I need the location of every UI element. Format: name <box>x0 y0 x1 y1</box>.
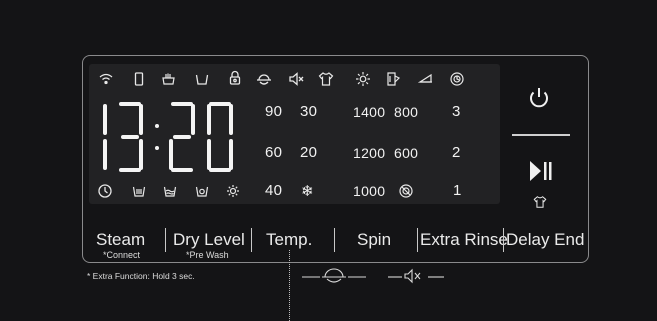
steam-button[interactable]: Steam <box>96 230 145 250</box>
temp-60: 60 <box>265 144 283 161</box>
play-pause-icon <box>530 161 552 181</box>
temp-30: 30 <box>300 103 318 120</box>
steam-sublabel: *Connect <box>103 250 141 260</box>
button-divider <box>251 228 252 252</box>
spin-1200: 1200 <box>353 145 386 161</box>
spin-1400: 1400 <box>353 104 386 120</box>
button-divider <box>417 228 418 252</box>
drum-dot-icon <box>194 183 210 199</box>
button-divider <box>334 228 335 252</box>
delay-end-button[interactable]: Delay End <box>506 230 584 250</box>
temp-20: 20 <box>300 144 318 161</box>
sun-icon <box>355 71 371 87</box>
steam-basin-icon <box>256 71 272 87</box>
time-display-digits <box>103 102 233 172</box>
temp-40: 40 <box>265 182 283 199</box>
button-divider <box>503 228 504 252</box>
clock-icon <box>97 183 113 199</box>
power-icon <box>530 88 548 108</box>
power-button[interactable] <box>526 85 552 111</box>
sun-small-icon <box>225 183 241 199</box>
start-pause-button[interactable] <box>528 159 554 183</box>
dry-level-button[interactable]: Dry Level <box>173 230 245 250</box>
basin-wave-icon <box>162 183 178 199</box>
shirt-small-icon <box>533 195 547 209</box>
prewash-tub-icon <box>131 183 147 199</box>
spin-600: 600 <box>394 145 419 161</box>
no-spin-icon <box>398 183 414 199</box>
shirt-icon <box>318 71 334 87</box>
rinse-count-2: 2 <box>452 144 461 161</box>
rinse-count-1: 1 <box>453 182 462 199</box>
phone-icon <box>131 71 147 87</box>
snowflake-icon: ❄ <box>301 183 314 200</box>
spin-1000: 1000 <box>353 183 386 199</box>
extra-rinse-button[interactable]: Extra Rinse <box>420 230 508 250</box>
dry-level-sublabel: *Pre Wash <box>186 250 229 260</box>
spin-800: 800 <box>394 104 419 120</box>
temp-button[interactable]: Temp. <box>266 230 312 250</box>
spin-button[interactable]: Spin <box>357 230 391 250</box>
steam-hold-hint <box>302 268 366 283</box>
mute-hold-hint <box>388 268 444 284</box>
hand-wash-icon <box>161 71 177 87</box>
clean-door-icon <box>385 71 401 87</box>
button-divider <box>165 228 166 252</box>
child-lock-icon <box>227 70 243 86</box>
rinse-count-3: 3 <box>452 103 461 120</box>
wifi-icon <box>98 71 114 87</box>
footnote: * Extra Function: Hold 3 sec. <box>87 271 195 281</box>
drum-clean-icon <box>418 71 434 87</box>
tub-icon <box>194 71 210 87</box>
temp-90: 90 <box>265 103 283 120</box>
mute-icon <box>288 71 304 87</box>
power-divider <box>512 134 570 136</box>
dotted-guide-line <box>289 250 290 321</box>
speed-icon <box>449 71 465 87</box>
